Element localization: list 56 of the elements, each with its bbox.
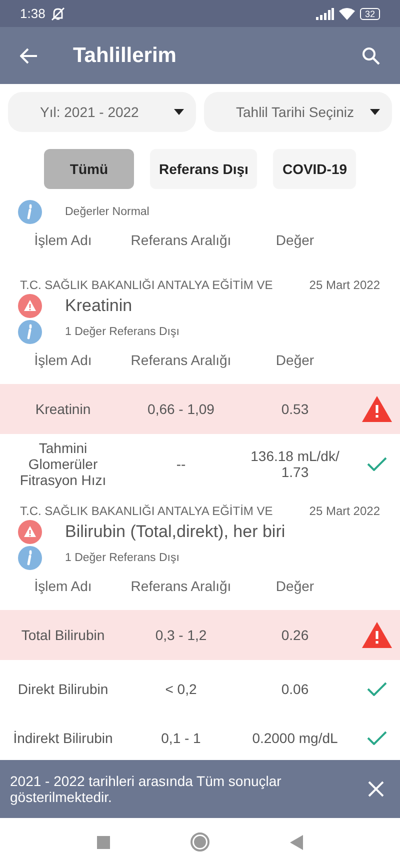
column-header: Referans Aralığı — [130, 352, 232, 368]
result-value: 136.18 mL/dk/ 1.73 — [250, 448, 340, 480]
close-icon[interactable] — [368, 781, 384, 797]
test-name: Bilirubin (Total,direkt), her biri — [65, 522, 286, 542]
filter-tab[interactable]: Referans Dışı — [150, 149, 258, 189]
battery-indicator: 32 — [360, 8, 380, 20]
reference-range: < 0,2 — [164, 680, 198, 696]
column-header: Referans Aralığı — [130, 578, 232, 594]
caret-icon — [174, 109, 184, 115]
test-item-name: İndirekt Bilirubin — [12, 730, 114, 746]
reference-range: 0,66 - 1,09 — [146, 401, 216, 417]
info-icon — [18, 546, 42, 570]
info-text: Değerler Normal — [65, 206, 150, 218]
muted-bell-icon — [50, 6, 66, 20]
hospital-name: T.C. SAĞLIK BAKANLIĞI ANTALYA EĞİTİM VE — [20, 504, 273, 518]
column-header: İşlem Adı — [33, 578, 93, 594]
filter-tab[interactable]: COVID-19 — [273, 149, 356, 189]
test-name: Kreatinin — [65, 296, 132, 316]
column-header: Değer — [274, 578, 316, 594]
reference-range: 0,3 - 1,2 — [154, 627, 208, 643]
result-value: 0.06 — [280, 680, 310, 696]
test-item-name: Total Bilirubin — [20, 627, 106, 643]
back-icon[interactable] — [290, 834, 303, 850]
test-item-name: Direkt Bilirubin — [16, 680, 110, 696]
hospital-name: T.C. SAĞLIK BAKANLIĞI ANTALYA EĞİTİM VE — [20, 278, 273, 292]
result-value: 0.53 — [280, 401, 310, 417]
reference-range: -- — [175, 456, 187, 472]
result-value: 0.2000 mg/dL — [251, 730, 339, 746]
test-date: 25 Mart 2022 — [309, 504, 380, 518]
page-title: Tahlillerim — [73, 44, 176, 68]
test-item-name: Tahmini Glomerüler Fitrasyon Hızı — [18, 440, 108, 488]
caret-icon — [370, 109, 380, 115]
column-header: Değer — [274, 232, 316, 248]
column-header: İşlem Adı — [33, 232, 93, 248]
column-header: Referans Aralığı — [130, 232, 232, 248]
home-icon[interactable] — [190, 832, 210, 852]
reference-range: 0,1 - 1 — [160, 730, 202, 746]
filter-tab[interactable]: Tümü — [44, 149, 134, 189]
search-icon[interactable] — [362, 46, 380, 64]
recents-icon[interactable] — [97, 836, 110, 848]
test-item-name: Kreatinin — [34, 401, 92, 417]
info-icon — [18, 320, 42, 344]
wifi-icon — [338, 8, 355, 20]
info-text: 1 Değer Referans Dışı — [65, 552, 180, 564]
dropdown[interactable]: Tahlil Tarihi Seçiniz — [204, 92, 392, 132]
back-arrow-icon[interactable] — [20, 48, 38, 64]
info-icon — [18, 200, 42, 224]
result-value: 0.26 — [280, 627, 310, 643]
snackbar-message: 2021 - 2022 tarihleri arasında Tüm sonuçlar gösterilmektedir. — [10, 773, 282, 805]
column-header: İşlem Adı — [33, 352, 93, 368]
signal-icon — [316, 8, 334, 20]
status-time: 1:38 — [20, 6, 46, 21]
column-header: Değer — [274, 352, 316, 368]
test-date: 25 Mart 2022 — [309, 278, 380, 292]
dropdown[interactable]: Yıl: 2021 - 2022 — [8, 92, 196, 132]
info-text: 1 Değer Referans Dışı — [65, 326, 180, 338]
